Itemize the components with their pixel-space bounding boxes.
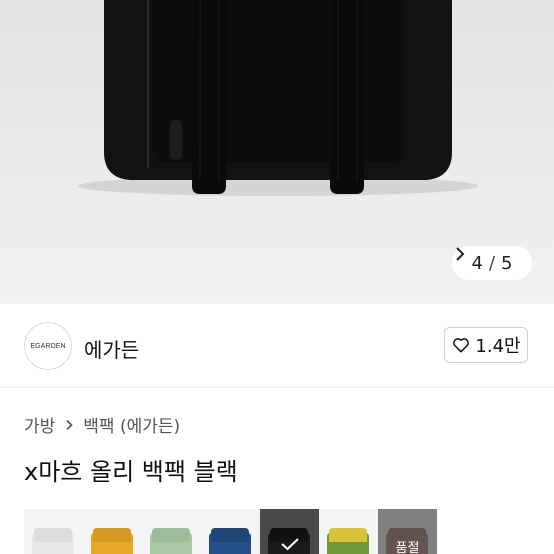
swatch-bag-flap [329,528,367,542]
breadcrumb-item-backpack[interactable]: 백팩 (에가든) [83,412,180,437]
breadcrumb-item-bags[interactable]: 가방 [24,412,55,437]
checkmark-icon [281,538,299,551]
chevron-right-icon[interactable] [452,246,468,262]
seller-name[interactable]: 에가든 [84,334,139,363]
sold-out-label: 품절 [395,541,420,554]
color-swatch-navy[interactable] [201,509,260,554]
breadcrumb: 가방 백팩 (에가든) [24,412,180,437]
image-counter-current: 4 [471,252,483,274]
like-count: 1.4만 [475,336,521,357]
color-swatch-mint[interactable] [142,509,201,554]
swatch-bag-flap [152,528,190,542]
color-swatch-yellow[interactable] [83,509,142,554]
color-swatch-white[interactable] [24,509,83,554]
swatch-bag-flap [34,528,72,542]
image-counter-separator: / [488,252,496,274]
heart-outline-icon [453,338,470,353]
color-swatch-olive[interactable] [319,509,378,554]
swatch-bag-flap [93,528,131,542]
color-swatches: 품절 [24,509,437,554]
color-swatch-black[interactable] [260,509,319,554]
image-counter-total: 5 [501,252,513,274]
product-title: x마흐 올리 백팩 블랙 [24,458,238,486]
product-image[interactable]: 4 / 5 [0,0,554,304]
swatch-bag-flap [211,528,249,542]
color-swatch-brown[interactable]: 품절 [378,509,437,554]
chevron-right-icon [66,419,73,430]
like-button[interactable]: 1.4만 [444,327,528,363]
image-counter[interactable]: 4 / 5 [452,246,532,280]
seller-logo[interactable]: EGARDEN [24,322,72,370]
